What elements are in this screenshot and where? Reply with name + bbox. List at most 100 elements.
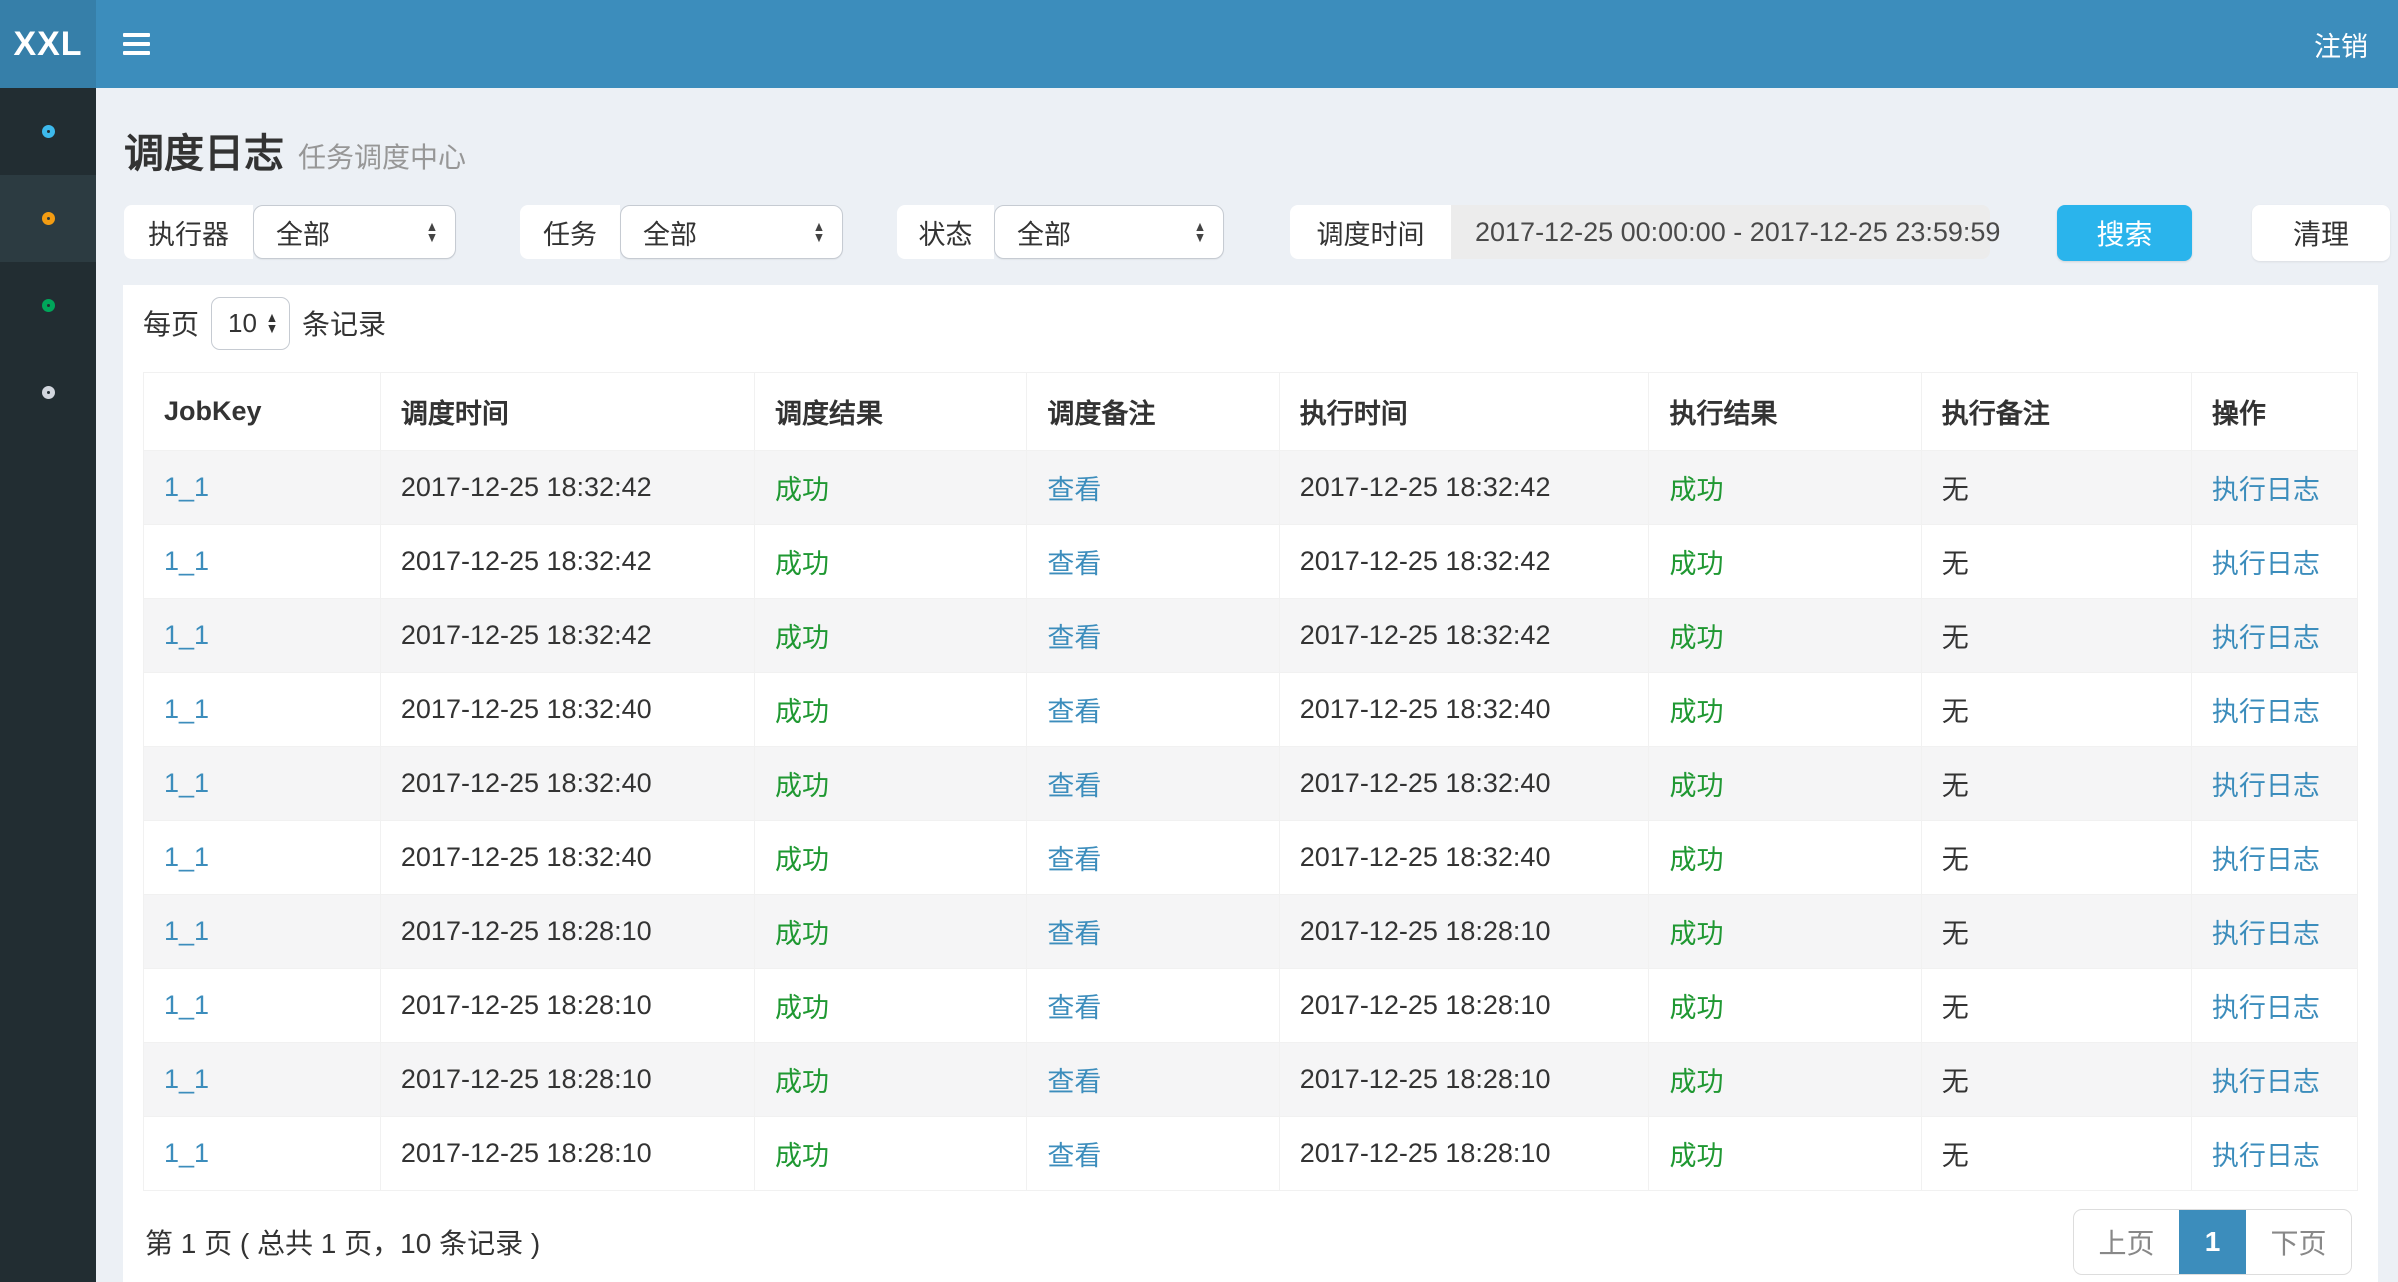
- trigger-time-cell-container: 2017-12-25 18:28:10: [380, 969, 754, 1043]
- jobkey-link[interactable]: 1_1: [164, 990, 209, 1020]
- main-content: 调度日志 任务调度中心 执行器 全部 ▲▼ 任务 全部 ▲▼ 状态 全部 ▲▼: [96, 88, 2398, 1282]
- sidebar-toggle-button[interactable]: [123, 21, 169, 67]
- executor-filter-group: 执行器 全部 ▲▼: [124, 205, 456, 259]
- column-header-2: 调度结果: [755, 373, 1027, 451]
- prev-page-button[interactable]: 上页: [2074, 1210, 2179, 1274]
- trigger-result-cell-container: 成功: [755, 673, 1027, 747]
- trigger-time-label: 调度时间: [1290, 205, 1451, 259]
- job-filter-group: 任务 全部 ▲▼: [520, 205, 843, 259]
- status-select-value: 全部: [1017, 213, 1071, 252]
- sidebar-item-3[interactable]: [0, 349, 96, 436]
- trigger-msg-link[interactable]: 查看: [1047, 475, 1101, 505]
- handle-time-cell-container: 2017-12-25 18:32:42: [1279, 451, 1649, 525]
- trigger-time-range-input[interactable]: 2017-12-25 00:00:00 - 2017-12-25 23:59:5…: [1451, 205, 1990, 259]
- sidebar-item-0[interactable]: [0, 88, 96, 175]
- trigger-result-cell-container: 成功: [755, 969, 1027, 1043]
- exec-log-link[interactable]: 执行日志: [2212, 475, 2320, 505]
- exec-log-link[interactable]: 执行日志: [2212, 697, 2320, 727]
- log-panel: 每页 10 ▲▼ 条记录 JobKey调度时间调度结果调度备注执行时间执行结果执…: [123, 285, 2378, 1282]
- job-filter-label: 任务: [520, 205, 620, 259]
- jobkey-link[interactable]: 1_1: [164, 546, 209, 576]
- exec-log-link[interactable]: 执行日志: [2212, 1141, 2320, 1171]
- jobkey-link[interactable]: 1_1: [164, 472, 209, 502]
- exec-log-link-container: 执行日志: [2191, 969, 2357, 1043]
- jobkey-link[interactable]: 1_1: [164, 768, 209, 798]
- table-row: 1_12017-12-25 18:32:42成功查看2017-12-25 18:…: [144, 451, 2358, 525]
- current-page-button[interactable]: 1: [2179, 1210, 2246, 1274]
- job-select[interactable]: 全部 ▲▼: [620, 205, 843, 259]
- column-header-4: 执行时间: [1279, 373, 1649, 451]
- trigger-result-cell-container: 成功: [755, 525, 1027, 599]
- handle-msg-cell-container: 无: [1921, 673, 2191, 747]
- table-row: 1_12017-12-25 18:28:10成功查看2017-12-25 18:…: [144, 1043, 2358, 1117]
- trigger-msg-link-container: 查看: [1027, 525, 1279, 599]
- trigger-time-cell-container: 2017-12-25 18:32:40: [380, 747, 754, 821]
- handle-msg-cell-container: 无: [1921, 821, 2191, 895]
- jobkey-link[interactable]: 1_1: [164, 842, 209, 872]
- exec-log-link[interactable]: 执行日志: [2212, 1067, 2320, 1097]
- search-button[interactable]: 搜索: [2057, 205, 2192, 261]
- jobkey-link[interactable]: 1_1: [164, 1138, 209, 1168]
- exec-log-link-container: 执行日志: [2191, 1043, 2357, 1117]
- jobkey-link-container: 1_1: [144, 821, 381, 895]
- exec-log-link-container: 执行日志: [2191, 525, 2357, 599]
- sidebar-item-2[interactable]: [0, 262, 96, 349]
- exec-log-link[interactable]: 执行日志: [2212, 771, 2320, 801]
- table-row: 1_12017-12-25 18:32:40成功查看2017-12-25 18:…: [144, 673, 2358, 747]
- next-page-button[interactable]: 下页: [2246, 1210, 2351, 1274]
- exec-log-link[interactable]: 执行日志: [2212, 919, 2320, 949]
- trigger-msg-link[interactable]: 查看: [1047, 1067, 1101, 1097]
- logout-link[interactable]: 注销: [2314, 25, 2368, 64]
- exec-log-link[interactable]: 执行日志: [2212, 845, 2320, 875]
- trigger-msg-link[interactable]: 查看: [1047, 993, 1101, 1023]
- sidebar-item-1[interactable]: [0, 175, 96, 262]
- select-caret-icon: ▲▼: [813, 221, 825, 243]
- page-size-row: 每页 10 ▲▼ 条记录: [123, 285, 2378, 351]
- status-select[interactable]: 全部 ▲▼: [994, 205, 1224, 259]
- trigger-msg-link[interactable]: 查看: [1047, 845, 1101, 875]
- exec-log-link[interactable]: 执行日志: [2212, 993, 2320, 1023]
- trigger-msg-link[interactable]: 查看: [1047, 549, 1101, 579]
- trigger-result-cell-container: 成功: [755, 821, 1027, 895]
- jobkey-link-container: 1_1: [144, 599, 381, 673]
- job-select-value: 全部: [643, 213, 697, 252]
- trigger-msg-link[interactable]: 查看: [1047, 771, 1101, 801]
- trigger-time-cell-container: 2017-12-25 18:32:42: [380, 599, 754, 673]
- page-header: 调度日志 任务调度中心: [96, 88, 2398, 179]
- executor-select[interactable]: 全部 ▲▼: [253, 205, 456, 259]
- column-header-3: 调度备注: [1027, 373, 1279, 451]
- table-row: 1_12017-12-25 18:32:42成功查看2017-12-25 18:…: [144, 599, 2358, 673]
- jobkey-link[interactable]: 1_1: [164, 620, 209, 650]
- app-logo: XXL: [0, 0, 96, 88]
- trigger-time-cell-container: 2017-12-25 18:32:42: [380, 451, 754, 525]
- jobkey-link-container: 1_1: [144, 525, 381, 599]
- trigger-msg-link-container: 查看: [1027, 895, 1279, 969]
- jobkey-link-container: 1_1: [144, 895, 381, 969]
- page-size-select[interactable]: 10 ▲▼: [211, 297, 290, 350]
- page-size-suffix: 条记录: [302, 303, 386, 343]
- handle-time-cell-container: 2017-12-25 18:32:42: [1279, 525, 1649, 599]
- hamburger-icon: [123, 33, 150, 37]
- trigger-msg-link[interactable]: 查看: [1047, 1141, 1101, 1171]
- jobkey-link-container: 1_1: [144, 1043, 381, 1117]
- clear-button[interactable]: 清理: [2252, 205, 2390, 261]
- exec-log-link[interactable]: 执行日志: [2212, 623, 2320, 653]
- circle-outline-icon: [42, 386, 55, 399]
- page-title: 调度日志: [124, 121, 284, 179]
- trigger-result-cell-container: 成功: [755, 1117, 1027, 1191]
- exec-log-link[interactable]: 执行日志: [2212, 549, 2320, 579]
- exec-log-link-container: 执行日志: [2191, 599, 2357, 673]
- jobkey-link[interactable]: 1_1: [164, 916, 209, 946]
- handle-time-cell-container: 2017-12-25 18:32:40: [1279, 747, 1649, 821]
- handle-time-cell-container: 2017-12-25 18:32:40: [1279, 673, 1649, 747]
- trigger-msg-link[interactable]: 查看: [1047, 697, 1101, 727]
- pagination-summary: 第 1 页 ( 总共 1 页，10 条记录 ): [145, 1222, 540, 1262]
- trigger-msg-link-container: 查看: [1027, 747, 1279, 821]
- handle-time-cell-container: 2017-12-25 18:32:42: [1279, 599, 1649, 673]
- jobkey-link[interactable]: 1_1: [164, 694, 209, 724]
- jobkey-link[interactable]: 1_1: [164, 1064, 209, 1094]
- trigger-msg-link[interactable]: 查看: [1047, 623, 1101, 653]
- trigger-msg-link[interactable]: 查看: [1047, 919, 1101, 949]
- executor-select-value: 全部: [276, 213, 330, 252]
- executor-filter-label: 执行器: [124, 205, 253, 259]
